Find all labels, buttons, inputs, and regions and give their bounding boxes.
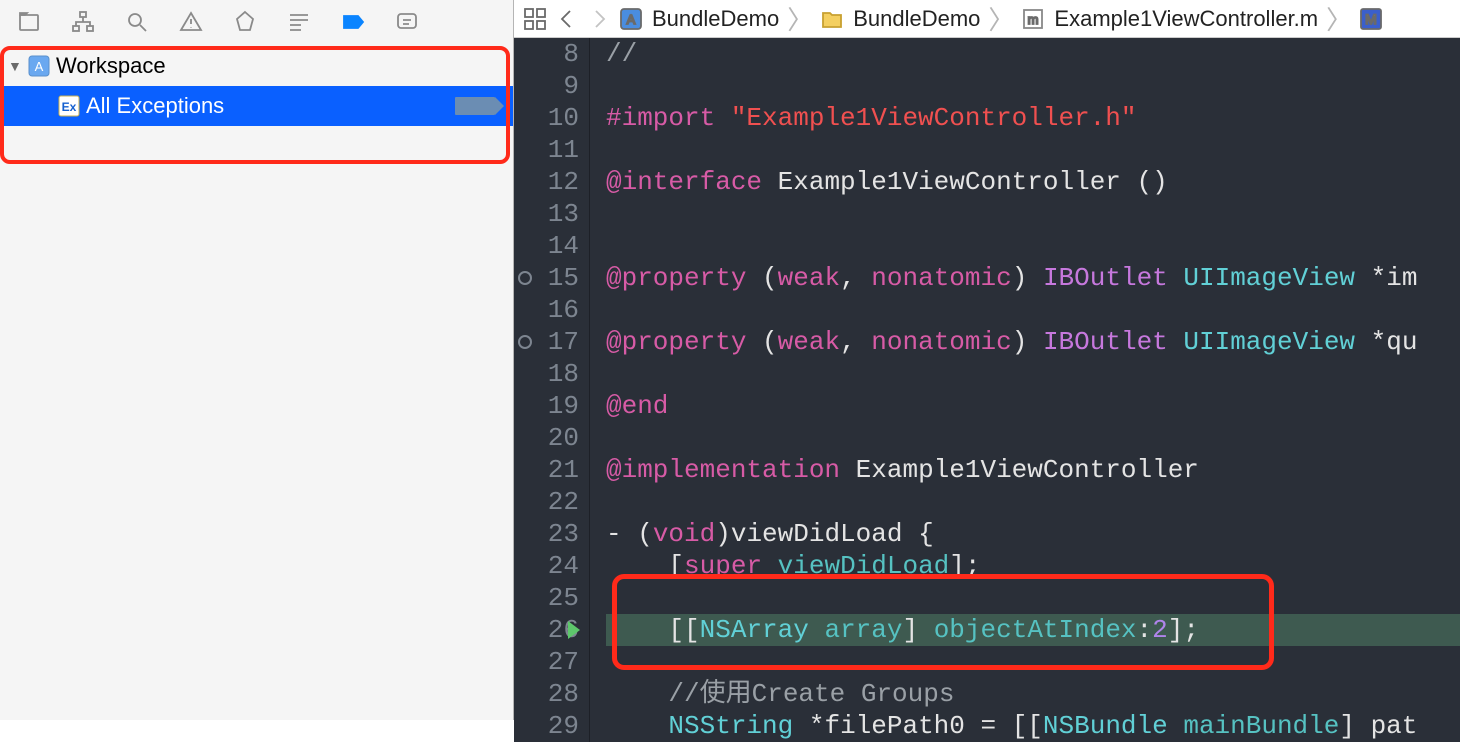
line-number[interactable]: 29 (514, 710, 579, 742)
breakpoint-nav-icon[interactable] (340, 9, 366, 35)
code-line[interactable] (606, 646, 1460, 678)
line-number[interactable]: 24 (514, 550, 579, 582)
code-line[interactable] (606, 358, 1460, 390)
line-number[interactable]: 28 (514, 678, 579, 710)
chevron-right-icon: 〉 (787, 0, 813, 37)
chevron-right-icon: 〉 (988, 0, 1014, 37)
editor-panel: A BundleDemo 〉 BundleDemo 〉 m Example1Vi… (514, 0, 1460, 720)
code-line[interactable]: //使用Create Groups (606, 678, 1460, 710)
line-number[interactable]: 19 (514, 390, 579, 422)
code-line[interactable] (606, 486, 1460, 518)
code-line[interactable]: @interface Example1ViewController () (606, 166, 1460, 198)
forward-icon[interactable] (588, 8, 610, 30)
navigator-toolbar (0, 0, 513, 44)
back-icon[interactable] (556, 8, 578, 30)
folder-crumb-icon (821, 8, 843, 30)
workspace-row[interactable]: ▼ A Workspace (0, 46, 513, 86)
svg-text:m: m (1028, 12, 1039, 27)
breakpoint-indicator-icon[interactable] (455, 97, 495, 115)
test-nav-icon[interactable] (232, 9, 258, 35)
svg-text:A: A (35, 59, 44, 74)
line-number[interactable]: 18 (514, 358, 579, 390)
jump-bar: A BundleDemo 〉 BundleDemo 〉 m Example1Vi… (514, 0, 1460, 38)
line-number[interactable]: 11 (514, 134, 579, 166)
related-items-icon[interactable] (524, 8, 546, 30)
code-line[interactable]: @property (weak, nonatomic) IBOutlet UII… (606, 326, 1460, 358)
all-exceptions-label: All Exceptions (86, 93, 449, 119)
file-crumb-icon: m (1022, 8, 1044, 30)
find-nav-icon[interactable] (124, 9, 150, 35)
chevron-right-icon: 〉 (1326, 0, 1352, 37)
line-number[interactable]: 17 (514, 326, 579, 358)
breakpoint-tree: ▼ A Workspace Ex All Exceptions (0, 44, 513, 720)
code-editor[interactable]: 8910111213141516171819202122232425262728… (514, 38, 1460, 742)
app-icon: A (28, 55, 50, 77)
debug-nav-icon[interactable] (286, 9, 312, 35)
code-line[interactable] (606, 70, 1460, 102)
line-gutter[interactable]: 8910111213141516171819202122232425262728… (514, 38, 590, 742)
crumb-file[interactable]: Example1ViewController.m (1054, 6, 1318, 32)
line-number[interactable]: 27 (514, 646, 579, 678)
code-line[interactable]: @end (606, 390, 1460, 422)
code-area[interactable]: // #import "Example1ViewController.h" @i… (590, 38, 1460, 742)
code-line[interactable] (606, 230, 1460, 262)
code-line[interactable] (606, 294, 1460, 326)
code-line[interactable] (606, 134, 1460, 166)
code-line[interactable]: @property (weak, nonatomic) IBOutlet UII… (606, 262, 1460, 294)
svg-text:Ex: Ex (62, 100, 77, 114)
code-line[interactable]: @implementation Example1ViewController (606, 454, 1460, 486)
project-nav-icon[interactable] (16, 9, 42, 35)
code-line[interactable]: NSString *filePath0 = [[NSBundle mainBun… (606, 710, 1460, 742)
code-line[interactable]: [[NSArray array] objectAtIndex:2]; (606, 614, 1460, 646)
project-crumb-icon: A (620, 8, 642, 30)
line-number[interactable]: 9 (514, 70, 579, 102)
line-number[interactable]: 25 (514, 582, 579, 614)
code-line[interactable]: [super viewDidLoad]; (606, 550, 1460, 582)
crumb-project[interactable]: BundleDemo (652, 6, 779, 32)
workspace-label: Workspace (56, 53, 513, 79)
line-number[interactable]: 12 (514, 166, 579, 198)
line-number[interactable]: 13 (514, 198, 579, 230)
code-line[interactable]: #import "Example1ViewController.h" (606, 102, 1460, 134)
line-number[interactable]: 15 (514, 262, 579, 294)
code-line[interactable] (606, 582, 1460, 614)
code-line[interactable] (606, 422, 1460, 454)
line-number[interactable]: 21 (514, 454, 579, 486)
method-crumb-icon: M (1360, 8, 1382, 30)
code-line[interactable]: // (606, 38, 1460, 70)
exception-icon: Ex (58, 95, 80, 117)
svg-text:M: M (1365, 11, 1377, 27)
line-number[interactable]: 10 (514, 102, 579, 134)
navigator-panel: ▼ A Workspace Ex All Exceptions (0, 0, 514, 720)
line-number[interactable]: 8 (514, 38, 579, 70)
all-exceptions-row[interactable]: Ex All Exceptions (0, 86, 513, 126)
svg-text:A: A (627, 12, 636, 27)
line-number[interactable]: 26 (514, 614, 579, 646)
code-line[interactable]: - (void)viewDidLoad { (606, 518, 1460, 550)
line-number[interactable]: 20 (514, 422, 579, 454)
line-number[interactable]: 14 (514, 230, 579, 262)
report-nav-icon[interactable] (394, 9, 420, 35)
code-line[interactable] (606, 198, 1460, 230)
crumb-group[interactable]: BundleDemo (853, 6, 980, 32)
issue-nav-icon[interactable] (178, 9, 204, 35)
line-number[interactable]: 22 (514, 486, 579, 518)
line-number[interactable]: 16 (514, 294, 579, 326)
source-control-nav-icon[interactable] (70, 9, 96, 35)
line-number[interactable]: 23 (514, 518, 579, 550)
disclosure-triangle-icon[interactable]: ▼ (8, 58, 22, 74)
